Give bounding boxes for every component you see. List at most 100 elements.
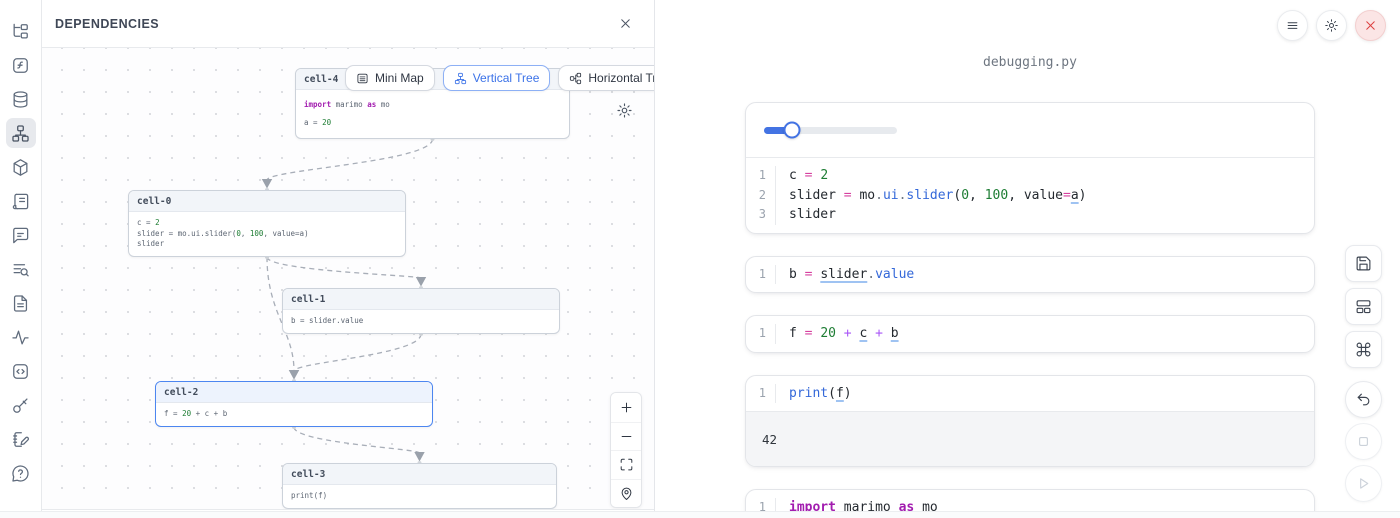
- stop-icon: [1355, 433, 1372, 450]
- interrupt-button[interactable]: [1345, 423, 1382, 460]
- graph-node-title: cell-2: [156, 382, 432, 403]
- line-number: 1: [746, 265, 776, 285]
- graph-settings-button[interactable]: [616, 102, 633, 119]
- sidebar-item-dependencies[interactable]: [6, 118, 36, 148]
- line-number: 1: [746, 166, 776, 186]
- horizontal-tree-button[interactable]: Horizontal Tree: [558, 65, 654, 91]
- cell-output-slider: [746, 103, 1314, 158]
- sidebar-item-packages[interactable]: [6, 152, 36, 182]
- gear-icon: [1324, 18, 1339, 33]
- graph-node-cell-3[interactable]: cell-3print(f): [282, 463, 557, 509]
- cell-output: 42: [746, 411, 1314, 466]
- line-number: 3: [746, 205, 776, 225]
- key-icon: [11, 396, 30, 415]
- code-line: f = 20 + c + b: [776, 324, 899, 344]
- graph-node-code: b = slider.value: [283, 310, 559, 333]
- graph-node-title: cell-3: [283, 464, 556, 485]
- notebook-filename[interactable]: debugging.py: [745, 55, 1315, 70]
- sidebar-item-datasources[interactable]: [6, 84, 36, 114]
- notebook-cell-b-cell: 1b = slider.value: [745, 256, 1315, 294]
- sidebar-item-documentation[interactable]: [6, 288, 36, 318]
- slider-track[interactable]: [764, 127, 897, 134]
- notebook-area: debugging.py 1c = 22slider = mo.ui.slide…: [655, 0, 1400, 518]
- sidebar-item-snippets[interactable]: [6, 356, 36, 386]
- vertical-tree-button[interactable]: Vertical Tree: [443, 65, 551, 91]
- dependency-graph-canvas[interactable]: cell-4import marimo as moa = 20cell-0c =…: [42, 48, 654, 510]
- sidebar-item-logs[interactable]: [6, 186, 36, 216]
- close-icon: [618, 16, 633, 31]
- activity-icon: [11, 328, 30, 347]
- mini-map-label: Mini Map: [375, 71, 424, 85]
- chat-icon: [11, 226, 30, 245]
- graph-node-code: f = 20 + c + b: [156, 403, 432, 426]
- save-button[interactable]: [1345, 245, 1382, 282]
- graph-zoom-controls: [610, 392, 642, 508]
- minus-icon: [619, 429, 634, 444]
- file-tree-icon: [11, 22, 30, 41]
- sidebar-item-outline[interactable]: [6, 254, 36, 284]
- zoom-out-button[interactable]: [611, 422, 641, 451]
- graph-node-code: print(f): [283, 485, 556, 508]
- mini-map-button[interactable]: Mini Map: [345, 65, 435, 91]
- notebook-cell-slider-cell: 1c = 22slider = mo.ui.slider(0, 100, val…: [745, 102, 1315, 234]
- map-pin-icon: [619, 486, 634, 501]
- graph-node-cell-0[interactable]: cell-0c = 2slider = mo.ui.slider(0, 100,…: [128, 190, 406, 257]
- notebook-pen-icon: [11, 430, 30, 449]
- graph-node-code: import marimo as moa = 20: [296, 90, 569, 138]
- slider-thumb[interactable]: [783, 122, 800, 139]
- cell-code-editor[interactable]: 1c = 22slider = mo.ui.slider(0, 100, val…: [746, 158, 1314, 233]
- center-selection-button[interactable]: [611, 479, 641, 508]
- shutdown-button[interactable]: [1355, 10, 1386, 41]
- horizontal-tree-label: Horizontal Tree: [588, 71, 654, 85]
- command-icon: [1355, 341, 1372, 358]
- line-number: 2: [746, 186, 776, 206]
- zoom-in-button[interactable]: [611, 393, 641, 422]
- dependencies-panel-header: DEPENDENCIES: [42, 0, 654, 48]
- graph-node-title: cell-0: [129, 191, 405, 212]
- sidebar-item-chat[interactable]: [6, 220, 36, 250]
- sidebar-item-secrets[interactable]: [6, 390, 36, 420]
- cell-code-editor[interactable]: 1f = 20 + c + b: [746, 316, 1314, 352]
- app-layout-button[interactable]: [1345, 288, 1382, 325]
- dependencies-panel: DEPENDENCIES cell-4import marimo as moa …: [42, 0, 655, 518]
- sidebar-item-help[interactable]: [6, 458, 36, 488]
- settings-button[interactable]: [1316, 10, 1347, 41]
- save-icon: [1355, 255, 1372, 272]
- helper-sidebar: [0, 0, 42, 518]
- undo-icon: [1355, 391, 1372, 408]
- line-number: 1: [746, 384, 776, 404]
- notebook-window-buttons: [1277, 10, 1386, 41]
- notebook-cells: 1c = 22slider = mo.ui.slider(0, 100, val…: [745, 102, 1315, 518]
- bottom-edge: [0, 511, 1400, 518]
- gear-icon: [616, 102, 633, 119]
- cell-code-editor[interactable]: 1b = slider.value: [746, 257, 1314, 293]
- sidebar-item-file-explorer[interactable]: [6, 16, 36, 46]
- sidebar-item-variables[interactable]: [6, 50, 36, 80]
- run-button[interactable]: [1345, 465, 1382, 502]
- sidebar-item-scratchpad[interactable]: [6, 424, 36, 454]
- package-icon: [11, 158, 30, 177]
- graph-node-cell-2[interactable]: cell-2f = 20 + c + b: [155, 381, 433, 427]
- fit-view-button[interactable]: [611, 450, 641, 479]
- undo-button[interactable]: [1345, 381, 1382, 418]
- cell-code-editor[interactable]: 1print(f): [746, 376, 1314, 412]
- play-icon: [1355, 475, 1372, 492]
- scroll-icon: [11, 192, 30, 211]
- notebook-action-rail: [1345, 245, 1382, 507]
- sidebar-item-tracing[interactable]: [6, 322, 36, 352]
- marimo-app-window: DEPENDENCIES cell-4import marimo as moa …: [0, 0, 1400, 518]
- keyboard-shortcuts-button[interactable]: [1345, 331, 1382, 368]
- function-icon: [11, 56, 30, 75]
- dependencies-panel-title: DEPENDENCIES: [55, 17, 159, 31]
- graph-node-code: c = 2slider = mo.ui.slider(0, 100, value…: [129, 212, 405, 256]
- graph-node-title: cell-1: [283, 289, 559, 310]
- code-line: c = 2: [776, 166, 828, 186]
- dep-graph-icon: [11, 124, 30, 143]
- notebook-menu-button[interactable]: [1277, 10, 1308, 41]
- list-search-icon: [11, 260, 30, 279]
- vertical-tree-label: Vertical Tree: [473, 71, 540, 85]
- graph-node-cell-1[interactable]: cell-1b = slider.value: [282, 288, 560, 334]
- document-icon: [11, 294, 30, 313]
- close-panel-button[interactable]: [614, 13, 636, 35]
- close-icon: [1363, 18, 1378, 33]
